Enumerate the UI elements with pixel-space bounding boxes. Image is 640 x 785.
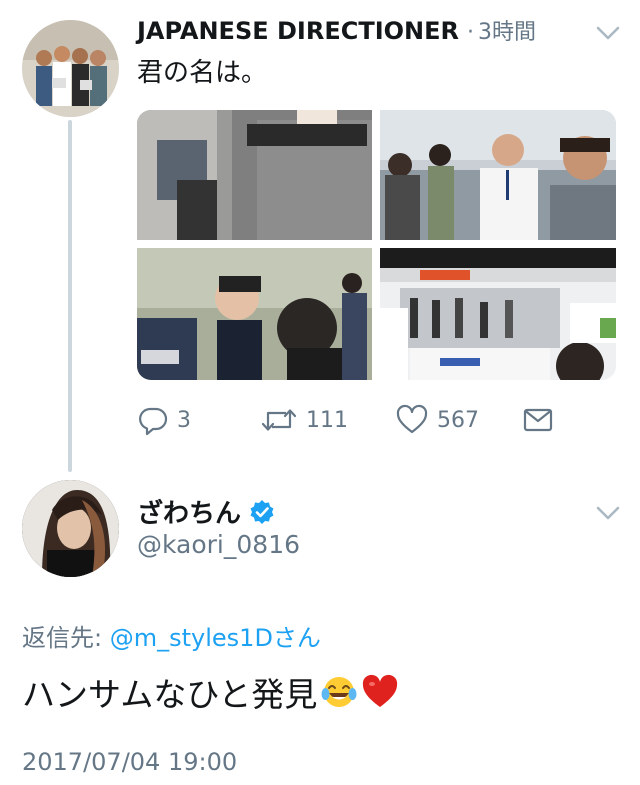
chevron-down-icon[interactable]: [595, 25, 621, 41]
reply-count: 3: [177, 407, 191, 433]
verified-badge-icon: [250, 499, 274, 524]
avatar-group-photo: [22, 20, 119, 117]
direct-message-button[interactable]: [522, 400, 554, 440]
tweet-text-content: ハンサムなひと発見: [22, 675, 318, 714]
media-grid: [137, 110, 616, 380]
media-photo[interactable]: [380, 110, 616, 240]
like-button[interactable]: 567: [395, 400, 479, 440]
author-handle[interactable]: @kaori_0816: [137, 530, 300, 559]
retweet-icon: [261, 409, 297, 431]
author-name[interactable]: JAPANESE DIRECTIONER: [137, 17, 459, 45]
tweet-timestamp[interactable]: 2017/07/04 19:00: [22, 748, 237, 776]
tweet-time[interactable]: 3時間: [478, 14, 536, 46]
tweet-text: ハンサムなひと発見: [22, 668, 399, 716]
avatar[interactable]: [22, 480, 119, 577]
like-count: 567: [437, 407, 479, 433]
media-photo[interactable]: [380, 248, 616, 380]
author-name[interactable]: ざわちん: [137, 493, 241, 530]
tweet-header: JAPANESE DIRECTIONER · 3時間: [137, 14, 536, 50]
media-photo[interactable]: [137, 248, 372, 380]
tweet-text: 君の名は。: [137, 58, 268, 88]
face-with-tears-of-joy-icon: [321, 677, 357, 707]
reply-icon: [139, 407, 168, 436]
red-heart-icon: [363, 674, 398, 707]
author-row: ざわちん: [137, 493, 275, 530]
reply-mention-link[interactable]: @m_styles1Dさん: [110, 624, 321, 652]
thread-connector-line: [68, 120, 72, 472]
tweet-actions: 3 111 567: [137, 400, 577, 440]
avatar[interactable]: [22, 20, 119, 117]
reply-button[interactable]: 3: [137, 400, 191, 440]
media-photo[interactable]: [137, 110, 372, 240]
heart-icon: [396, 404, 428, 434]
avatar-photo: [22, 480, 119, 577]
retweet-button[interactable]: 111: [260, 400, 348, 440]
replying-to: 返信先: @m_styles1Dさん: [22, 618, 321, 653]
header-separator: ·: [466, 20, 474, 45]
envelope-icon: [523, 408, 553, 432]
chevron-down-icon[interactable]: [595, 505, 621, 521]
retweet-count: 111: [306, 407, 348, 433]
reply-label: 返信先:: [22, 624, 103, 652]
